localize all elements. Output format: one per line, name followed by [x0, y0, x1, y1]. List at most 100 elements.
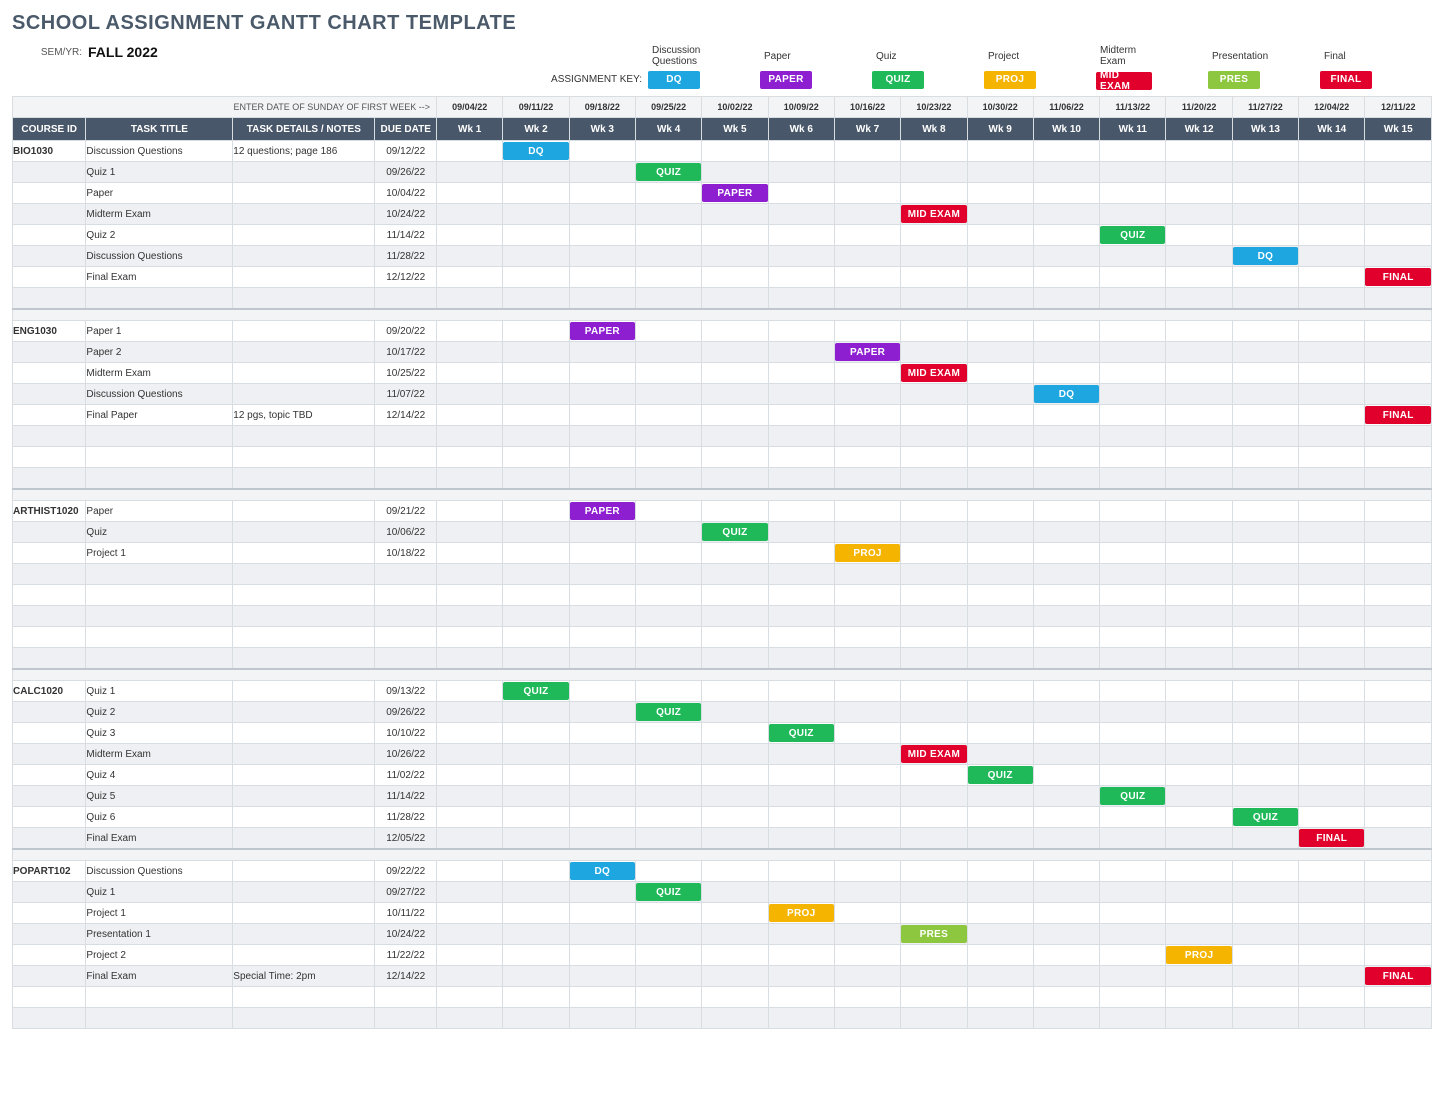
task-notes-cell[interactable]	[233, 723, 375, 744]
week-cell[interactable]	[437, 882, 503, 903]
week-date[interactable]: 09/25/22	[635, 97, 701, 118]
task-notes-cell[interactable]	[233, 828, 375, 850]
week-cell[interactable]	[1100, 288, 1166, 310]
week-cell[interactable]	[702, 903, 768, 924]
week-cell[interactable]	[1033, 162, 1099, 183]
week-cell[interactable]	[1166, 828, 1232, 850]
week-cell[interactable]	[901, 543, 967, 564]
task-title-cell[interactable]: Presentation 1	[86, 924, 233, 945]
week-cell[interactable]	[967, 585, 1033, 606]
week-cell[interactable]	[1232, 702, 1298, 723]
week-cell[interactable]	[635, 681, 701, 702]
week-cell[interactable]	[503, 522, 569, 543]
week-cell[interactable]	[437, 765, 503, 786]
week-cell[interactable]	[1299, 861, 1365, 882]
course-id-cell[interactable]	[13, 744, 86, 765]
week-cell[interactable]	[1365, 363, 1432, 384]
task-title-cell[interactable]: Quiz	[86, 522, 233, 543]
week-cell[interactable]	[569, 225, 635, 246]
week-cell[interactable]	[768, 246, 834, 267]
week-cell[interactable]	[1033, 501, 1099, 522]
week-cell[interactable]	[1166, 882, 1232, 903]
week-cell[interactable]	[635, 204, 701, 225]
week-cell[interactable]	[1100, 204, 1166, 225]
task-notes-cell[interactable]	[233, 1008, 375, 1029]
task-title-cell[interactable]: Midterm Exam	[86, 204, 233, 225]
week-cell[interactable]	[1299, 627, 1365, 648]
week-cell[interactable]	[834, 141, 900, 162]
task-notes-cell[interactable]	[233, 924, 375, 945]
course-id-cell[interactable]	[13, 1008, 86, 1029]
week-cell[interactable]	[1232, 1008, 1298, 1029]
week-cell[interactable]	[1299, 501, 1365, 522]
week-cell[interactable]	[1100, 183, 1166, 204]
week-cell[interactable]	[1033, 267, 1099, 288]
week-cell[interactable]	[901, 267, 967, 288]
week-cell[interactable]	[437, 288, 503, 310]
week-cell[interactable]	[834, 321, 900, 342]
week-cell[interactable]	[901, 702, 967, 723]
week-cell[interactable]	[901, 468, 967, 490]
week-cell[interactable]	[437, 468, 503, 490]
week-cell[interactable]	[1033, 1008, 1099, 1029]
week-cell[interactable]	[901, 903, 967, 924]
week-cell[interactable]	[569, 627, 635, 648]
task-title-cell[interactable]	[86, 648, 233, 670]
week-cell[interactable]	[635, 627, 701, 648]
week-cell[interactable]	[1365, 225, 1432, 246]
week-cell[interactable]	[1365, 786, 1432, 807]
week-cell[interactable]	[702, 924, 768, 945]
task-notes-cell[interactable]	[233, 522, 375, 543]
task-notes-cell[interactable]	[233, 648, 375, 670]
week-cell[interactable]	[702, 204, 768, 225]
week-cell[interactable]	[1365, 861, 1432, 882]
week-cell[interactable]	[1166, 987, 1232, 1008]
week-cell[interactable]	[1232, 966, 1298, 987]
due-date-cell[interactable]: 10/24/22	[375, 924, 437, 945]
week-cell[interactable]	[503, 861, 569, 882]
task-notes-cell[interactable]	[233, 183, 375, 204]
week-cell[interactable]	[1033, 987, 1099, 1008]
week-cell[interactable]	[702, 966, 768, 987]
due-date-cell[interactable]	[375, 585, 437, 606]
week-cell[interactable]	[635, 522, 701, 543]
week-cell[interactable]	[1365, 522, 1432, 543]
week-cell[interactable]	[437, 141, 503, 162]
week-cell[interactable]	[437, 267, 503, 288]
task-title-cell[interactable]: Quiz 3	[86, 723, 233, 744]
week-cell[interactable]	[1033, 744, 1099, 765]
week-cell[interactable]	[768, 882, 834, 903]
course-id-cell[interactable]	[13, 903, 86, 924]
week-cell[interactable]	[635, 828, 701, 850]
week-cell[interactable]	[1365, 987, 1432, 1008]
week-cell[interactable]	[1033, 723, 1099, 744]
week-cell[interactable]	[1166, 225, 1232, 246]
week-cell[interactable]	[1166, 204, 1232, 225]
week-cell[interactable]	[1365, 723, 1432, 744]
week-cell[interactable]	[702, 426, 768, 447]
week-cell[interactable]	[1232, 384, 1298, 405]
due-date-cell[interactable]	[375, 648, 437, 670]
week-cell[interactable]	[503, 225, 569, 246]
week-cell[interactable]	[1365, 447, 1432, 468]
week-cell[interactable]	[503, 744, 569, 765]
week-cell[interactable]	[1365, 744, 1432, 765]
task-title-cell[interactable]: Quiz 1	[86, 681, 233, 702]
week-cell[interactable]	[768, 648, 834, 670]
week-cell[interactable]	[1166, 861, 1232, 882]
week-cell[interactable]	[1232, 363, 1298, 384]
task-title-cell[interactable]: Quiz 2	[86, 225, 233, 246]
due-date-cell[interactable]: 09/22/22	[375, 861, 437, 882]
week-cell[interactable]	[1100, 945, 1166, 966]
week-cell[interactable]	[967, 744, 1033, 765]
due-date-cell[interactable]: 10/06/22	[375, 522, 437, 543]
week-cell[interactable]	[1033, 627, 1099, 648]
week-cell[interactable]: DQ	[503, 141, 569, 162]
week-cell[interactable]	[569, 903, 635, 924]
week-cell[interactable]	[635, 924, 701, 945]
week-cell[interactable]	[635, 723, 701, 744]
week-cell[interactable]	[503, 405, 569, 426]
week-cell[interactable]	[1033, 564, 1099, 585]
week-cell[interactable]	[503, 501, 569, 522]
week-cell[interactable]	[1365, 681, 1432, 702]
